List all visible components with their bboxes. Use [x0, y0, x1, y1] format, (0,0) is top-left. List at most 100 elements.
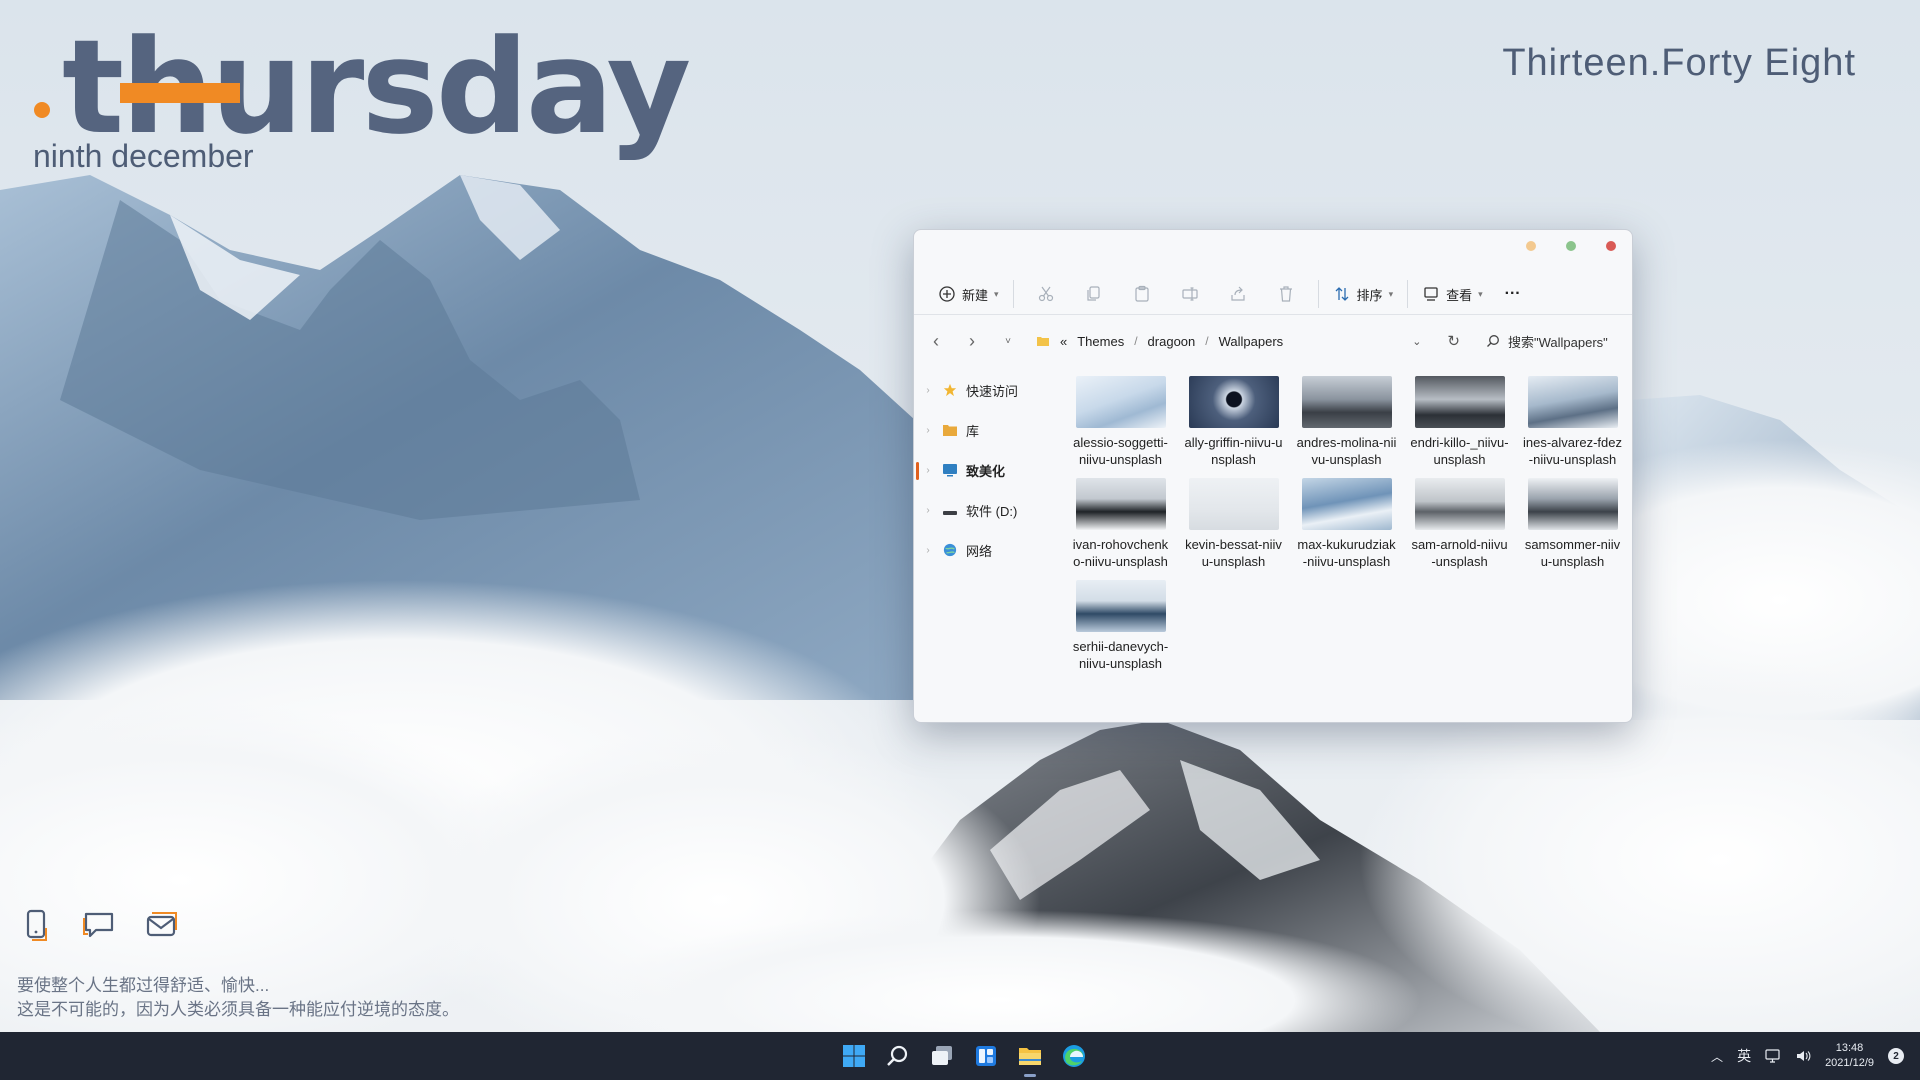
- input-language[interactable]: 英: [1737, 1046, 1751, 1066]
- file-tile[interactable]: max-kukurudziak-niivu-unsplash: [1290, 478, 1403, 570]
- start-button[interactable]: [832, 1032, 876, 1080]
- file-tile[interactable]: alessio-soggetti-niivu-unsplash: [1064, 376, 1177, 468]
- volume-icon[interactable]: [1795, 1048, 1811, 1064]
- command-bar: 新建 ▾ 排序 ▾ 查看 ▾ ···: [914, 273, 1632, 315]
- file-tile[interactable]: ines-alvarez-fdez-niivu-unsplash: [1516, 376, 1629, 468]
- sidebar-item-drive-d[interactable]: › 软件 (D:): [914, 490, 1049, 530]
- image-thumbnail: [1301, 478, 1392, 530]
- file-explorer-taskbar-button[interactable]: [1008, 1032, 1052, 1080]
- chevron-down-icon: ▾: [1388, 288, 1394, 299]
- toolbar-divider: [1012, 280, 1014, 308]
- file-tile[interactable]: kevin-bessat-niivu-unsplash: [1177, 478, 1290, 570]
- file-tile[interactable]: serhii-danevych-niivu-unsplash: [1064, 580, 1177, 672]
- minimize-button[interactable]: [1526, 241, 1536, 251]
- view-button[interactable]: 查看 ▾: [1416, 279, 1489, 309]
- date-label: ninth december: [33, 138, 254, 174]
- maximize-button[interactable]: [1566, 241, 1576, 251]
- file-name: sam-arnold-niivu-unsplash: [1411, 537, 1508, 569]
- file-name: endri-killo-_niivu-unsplash: [1410, 435, 1509, 467]
- image-thumbnail: [1188, 376, 1279, 428]
- sidebar-item-network[interactable]: › 网络: [914, 530, 1049, 570]
- phone-icon[interactable]: [20, 908, 54, 942]
- breadcrumb-item[interactable]: dragoon: [1148, 334, 1196, 349]
- close-button[interactable]: [1606, 241, 1616, 251]
- edge-taskbar-button[interactable]: [1052, 1032, 1096, 1080]
- file-name: ally-griffin-niivu-unsplash: [1184, 435, 1283, 467]
- toolbar-bottom-border: [914, 314, 1632, 315]
- rename-icon: [1181, 287, 1198, 301]
- chat-icon[interactable]: [82, 908, 116, 942]
- scissors-icon: [1038, 286, 1053, 302]
- taskbar-search-button[interactable]: [876, 1032, 920, 1080]
- file-tile[interactable]: endri-killo-_niivu-unsplash: [1403, 376, 1516, 468]
- task-view-button[interactable]: [920, 1032, 964, 1080]
- sidebar-item-library[interactable]: › 库: [914, 410, 1049, 450]
- sidebar-item-zhimeihua[interactable]: › 致美化: [914, 450, 1049, 490]
- file-name: alessio-soggetti-niivu-unsplash: [1073, 435, 1168, 467]
- forward-button[interactable]: ›: [954, 331, 990, 352]
- file-tile[interactable]: ivan-rohovchenko-niivu-unsplash: [1064, 478, 1177, 570]
- shortcut-icons: [20, 908, 178, 942]
- image-thumbnail: [1414, 478, 1505, 530]
- image-thumbnail: [1414, 376, 1505, 428]
- trash-icon: [1279, 286, 1292, 302]
- search-placeholder: 搜索"Wallpapers": [1508, 334, 1608, 350]
- mail-icon[interactable]: [144, 908, 178, 942]
- breadcrumb-item[interactable]: Themes: [1077, 334, 1124, 349]
- chevron-down-icon: ▾: [994, 288, 999, 299]
- breadcrumb-item[interactable]: Wallpapers: [1219, 334, 1284, 349]
- network-icon: [943, 543, 957, 557]
- file-tile[interactable]: andres-molina-niivu-unsplash: [1290, 376, 1403, 468]
- image-thumbnail: [1188, 478, 1279, 530]
- clock[interactable]: 13:48 2021/12/9: [1825, 1041, 1874, 1071]
- sort-button[interactable]: 排序 ▾: [1327, 279, 1400, 309]
- view-label: 查看: [1446, 287, 1473, 303]
- address-bar: ‹ › ˅ « Themes / dragoon / Wallpapers ⌄ …: [914, 325, 1632, 357]
- chevron-down-icon[interactable]: ⌄: [1412, 335, 1421, 348]
- cut-button[interactable]: [1022, 279, 1070, 309]
- file-tile[interactable]: ally-griffin-niivu-unsplash: [1177, 376, 1290, 468]
- share-button[interactable]: [1214, 279, 1262, 309]
- windows-start-icon: [843, 1045, 865, 1067]
- clipboard-icon: [1134, 285, 1149, 302]
- show-hidden-icons-chevron-icon[interactable]: ︿: [1711, 1048, 1723, 1065]
- chevron-right-icon[interactable]: ›: [914, 425, 942, 436]
- sidebar-item-quick-access[interactable]: › 快速访问: [914, 370, 1049, 410]
- image-thumbnail: [1075, 478, 1166, 530]
- file-tile[interactable]: sam-arnold-niivu-unsplash: [1403, 478, 1516, 570]
- rename-button[interactable]: [1166, 279, 1214, 309]
- paste-button[interactable]: [1118, 279, 1166, 309]
- file-name: samsommer-niivu-unsplash: [1524, 537, 1621, 569]
- breadcrumb[interactable]: « Themes / dragoon / Wallpapers: [1036, 334, 1283, 349]
- widgets-button[interactable]: [964, 1032, 1008, 1080]
- new-label: 新建: [962, 287, 989, 303]
- delete-button[interactable]: [1262, 279, 1310, 309]
- file-grid: alessio-soggetti-niivu-unsplash ally-grif…: [1064, 376, 1624, 672]
- file-tile[interactable]: samsommer-niivu-unsplash: [1516, 478, 1629, 570]
- copy-button[interactable]: [1070, 279, 1118, 309]
- chevron-right-icon[interactable]: ›: [914, 505, 942, 516]
- refresh-icon[interactable]: ↻: [1447, 332, 1460, 350]
- chevron-right-icon[interactable]: ›: [914, 385, 942, 396]
- navigation-pane: › 快速访问 › 库 › 致美化 › 软件 (D:) › 网络: [914, 370, 1049, 570]
- view-layout-icon: [1424, 287, 1438, 301]
- clock-date: 2021/12/9: [1825, 1057, 1874, 1069]
- breadcrumb-overflow[interactable]: «: [1060, 334, 1067, 349]
- time-label: Thirteen.Forty Eight: [1502, 42, 1856, 84]
- copy-icon: [1086, 286, 1100, 301]
- chevron-right-icon[interactable]: ›: [914, 465, 942, 476]
- network-status-icon[interactable]: [1765, 1048, 1781, 1064]
- chevron-right-icon[interactable]: ›: [914, 545, 942, 556]
- more-options-button[interactable]: ···: [1499, 279, 1527, 309]
- folder-icon: [943, 425, 957, 436]
- back-button[interactable]: ‹: [918, 331, 954, 352]
- search-box[interactable]: 搜索"Wallpapers": [1486, 332, 1614, 351]
- notification-badge[interactable]: 2: [1888, 1048, 1904, 1064]
- recent-locations-button[interactable]: ˅: [990, 336, 1026, 347]
- file-name: max-kukurudziak-niivu-unsplash: [1297, 537, 1396, 569]
- new-button[interactable]: 新建 ▾: [932, 279, 1005, 309]
- folder-icon: [1037, 337, 1049, 346]
- sidebar-item-label: 软件 (D:): [966, 503, 1018, 519]
- task-view-icon: [932, 1046, 952, 1065]
- more-label: ···: [1504, 285, 1521, 302]
